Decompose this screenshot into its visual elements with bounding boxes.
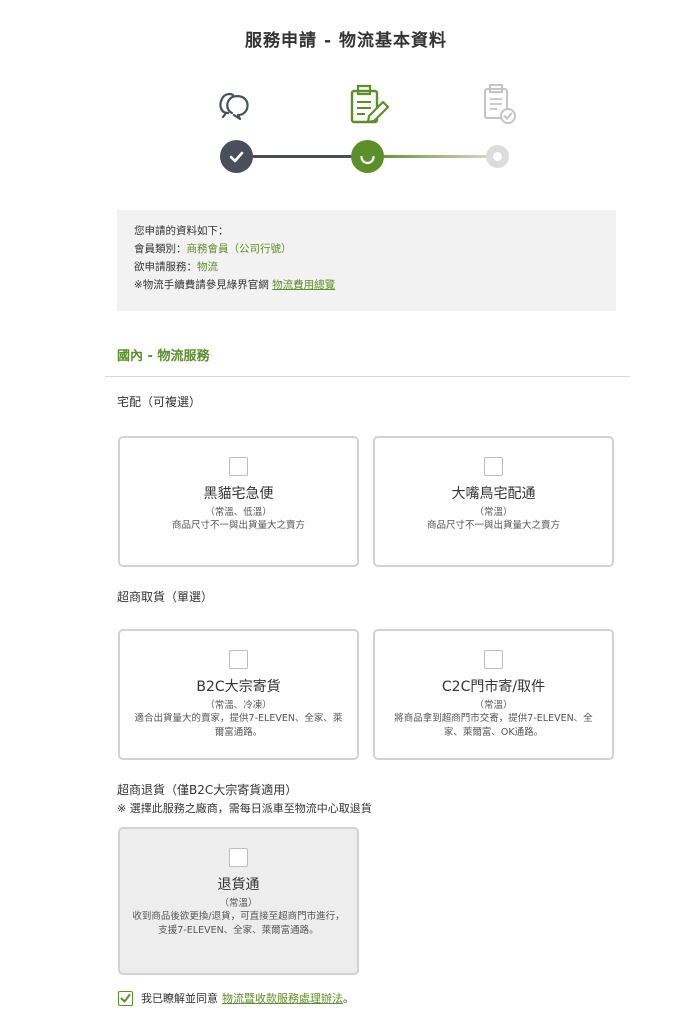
- service-label: 欲申請服務：: [134, 261, 197, 273]
- option-description: 商品尺寸不一與出貨量大之賣方: [426, 520, 560, 531]
- member-type-value: 商務會員（公司行號）: [186, 243, 292, 255]
- store-return-label: 超商退貨（僅B2C大宗寄貨適用）: [117, 783, 298, 797]
- home-delivery-label: 宅配（可複選）: [117, 395, 202, 409]
- service-value: 物流: [197, 261, 218, 273]
- checkmark-icon: [120, 993, 131, 1002]
- chat-bubbles-icon: [214, 82, 260, 128]
- option-name: C2C門市寄/取件: [441, 679, 546, 695]
- member-type-label: 會員類別：: [134, 243, 187, 255]
- option-card-c2c[interactable]: C2C門市寄/取件 （常溫） 將商品拿到超商門市交寄，提供7-ELEVEN、全家…: [373, 629, 614, 760]
- fee-note: ※物流手續費請參見綠界官網: [134, 279, 269, 291]
- option-checkbox: [229, 848, 248, 867]
- option-checkbox[interactable]: [484, 650, 503, 669]
- page-title: 服務申請 - 物流基本資料: [245, 31, 447, 51]
- section-title: 國內 - 物流服務: [117, 349, 210, 364]
- option-card-return: 退貨通 （常溫） 收到商品後欲更換/退貨，可直接至超商門市進行，支援7-ELEV…: [118, 827, 359, 975]
- option-temperature: （常溫、低溫）: [205, 507, 272, 518]
- option-card-pelican[interactable]: 大嘴鳥宅配通 （常溫） 商品尺寸不一與出貨量大之賣方: [373, 436, 614, 567]
- section-divider: [105, 376, 630, 377]
- application-summary: 您申請的資料如下： 會員類別：商務會員（公司行號） 欲申請服務：物流 ※物流手續…: [117, 210, 616, 311]
- step-completed-dot: [220, 140, 253, 173]
- option-name: B2C大宗寄貨: [196, 679, 281, 695]
- summary-service-row: 欲申請服務：物流: [134, 258, 616, 276]
- option-card-b2c[interactable]: B2C大宗寄貨 （常溫、冷凍） 適合出貨量大的賣家，提供7-ELEVEN、全家、…: [118, 629, 359, 760]
- option-temperature: （常溫）: [474, 700, 513, 711]
- step-pending-dot: [486, 145, 509, 168]
- agreement-suffix: 。: [343, 992, 354, 1005]
- agreement-row: 我已瞭解並同意 物流暨收款服務處理辦法 。: [118, 990, 354, 1006]
- progress-track-completed: [236, 155, 368, 158]
- option-description: 收到商品後欲更換/退貨，可直接至超商門市進行，支援7-ELEVEN、全家、萊爾富…: [132, 911, 345, 936]
- option-temperature: （常溫）: [219, 898, 258, 909]
- option-checkbox[interactable]: [484, 457, 503, 476]
- option-checkbox[interactable]: [229, 457, 248, 476]
- option-temperature: （常溫、冷凍）: [205, 700, 272, 711]
- check-icon: [229, 151, 244, 163]
- loading-arc-icon: [360, 155, 375, 165]
- document-check-icon: [477, 82, 523, 128]
- option-name: 退貨通: [217, 877, 260, 893]
- store-return-note: ※ 選擇此服務之廠商，需每日派車至物流中心取退貨: [117, 802, 372, 815]
- option-checkbox[interactable]: [229, 650, 248, 669]
- pending-dot-inner: [493, 152, 502, 161]
- option-description: 商品尺寸不一與出貨量大之賣方: [171, 520, 305, 531]
- option-name: 黑貓宅急便: [203, 486, 274, 502]
- agreement-text: 我已瞭解並同意: [141, 992, 218, 1005]
- fee-overview-link[interactable]: 物流費用總覽: [272, 279, 335, 291]
- agreement-checkbox[interactable]: [118, 990, 133, 1006]
- document-edit-icon: [346, 82, 392, 128]
- option-description: 將商品拿到超商門市交寄，提供7-ELEVEN、全家、萊爾富、OK通路。: [394, 713, 593, 738]
- option-temperature: （常溫）: [474, 507, 513, 518]
- summary-intro: 您申請的資料如下：: [134, 225, 229, 237]
- option-description: 適合出貨量大的賣家，提供7-ELEVEN、全家、萊爾富通路。: [134, 713, 343, 738]
- summary-fee-row: ※物流手續費請參見綠界官網 物流費用總覽: [134, 276, 616, 294]
- option-card-tcat[interactable]: 黑貓宅急便 （常溫、低溫） 商品尺寸不一與出貨量大之賣方: [118, 436, 359, 567]
- step-current-dot: [351, 140, 384, 173]
- progress-track-pending: [368, 155, 498, 158]
- store-pickup-label: 超商取貨（單選）: [117, 590, 214, 604]
- summary-member-row: 會員類別：商務會員（公司行號）: [134, 240, 616, 258]
- agreement-terms-link[interactable]: 物流暨收款服務處理辦法: [222, 990, 343, 1006]
- option-name: 大嘴鳥宅配通: [451, 486, 536, 502]
